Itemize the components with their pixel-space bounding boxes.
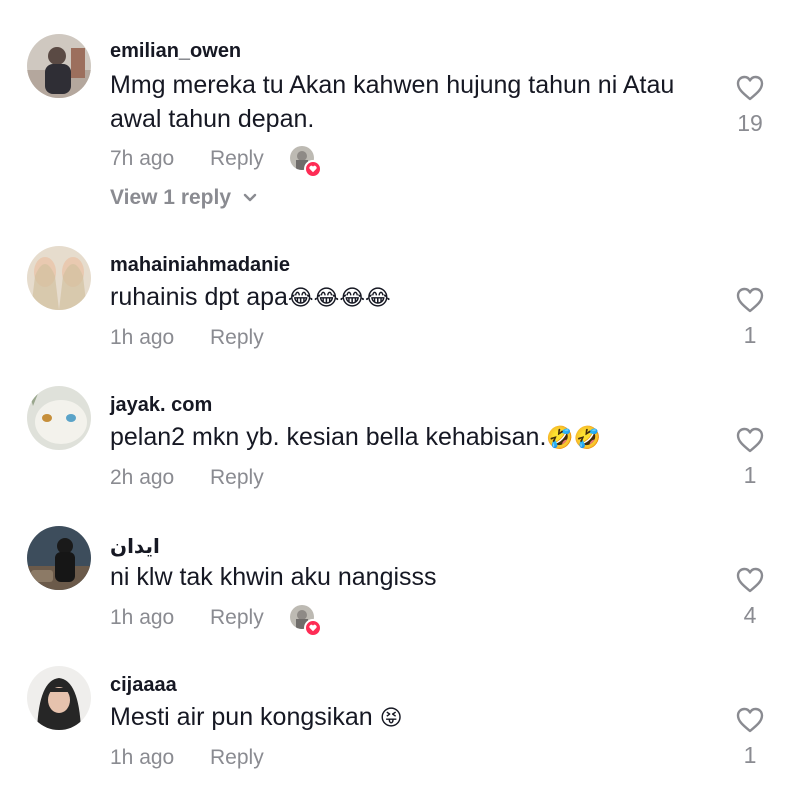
comment-text: ni klw tak khwin aku nangisss (110, 563, 437, 591)
emoji: 😂😂😂😂 (287, 286, 391, 311)
creator-liked-indicator (289, 146, 322, 178)
comment-text: ruhainis dpt apa😂😂😂😂 (110, 280, 720, 316)
comment-username[interactable]: jayak. com (110, 394, 212, 417)
heart-badge-icon (303, 619, 322, 637)
heart-outline-icon (736, 75, 764, 101)
like-button[interactable]: 4 (728, 566, 772, 629)
avatar[interactable] (27, 386, 91, 450)
heart-outline-icon (736, 427, 764, 453)
emoji: 🤣🤣 (546, 426, 602, 451)
comment-username[interactable]: emilian_owen (110, 40, 241, 63)
comment-timestamp: 1h ago (110, 746, 175, 769)
comment-text-body: pelan2 mkn yb. kesian bella kehabisan. (110, 423, 547, 451)
comment-username[interactable]: cijaaaa (110, 674, 177, 697)
reply-button[interactable]: Reply (210, 746, 264, 770)
emoji: 😝 (379, 706, 403, 731)
like-button[interactable]: 1 (728, 286, 772, 349)
comment-item: jayak. com pelan2 mkn yb. kesian bella k… (0, 370, 800, 510)
comment-meta: 1h ago Reply (110, 743, 290, 773)
comment-timestamp: 7h ago (110, 147, 175, 170)
avatar[interactable] (27, 246, 91, 310)
heart-badge-icon (303, 160, 322, 178)
comment-item: ايدان ni klw tak khwin aku nangisss 1h a… (0, 510, 800, 650)
comment-text: Mmg mereka tu Akan kahwen hujung tahun n… (110, 71, 675, 133)
comment-timestamp: 2h ago (110, 466, 175, 489)
comment-text: pelan2 mkn yb. kesian bella kehabisan.🤣🤣 (110, 420, 720, 456)
comment-item: mahainiahmadanie ruhainis dpt apa😂😂😂😂 1h… (0, 230, 800, 370)
like-count: 1 (743, 322, 757, 348)
like-count: 1 (743, 462, 757, 488)
like-count: 4 (743, 602, 757, 628)
comment-item: cijaaaa Mesti air pun kongsikan 😝 1h ago… (0, 650, 800, 800)
avatar[interactable] (27, 34, 91, 98)
reply-button[interactable]: Reply (210, 326, 264, 350)
view-replies-button[interactable]: View 1 reply (110, 186, 257, 210)
comment-item: emilian_owen Mmg mereka tu Akan kahwen h… (0, 0, 800, 230)
comment-meta: 1h ago Reply (110, 603, 322, 637)
comment-timestamp: 1h ago (110, 326, 175, 349)
comment-username[interactable]: mahainiahmadanie (110, 254, 290, 277)
like-button[interactable]: 19 (728, 74, 772, 137)
avatar[interactable] (27, 526, 91, 590)
comment-meta: 7h ago Reply (110, 144, 322, 178)
comment-meta: 2h ago Reply (110, 463, 290, 493)
like-count: 19 (737, 110, 763, 136)
comment-timestamp: 1h ago (110, 606, 175, 629)
comment-username[interactable]: ايدان (110, 534, 160, 559)
heart-outline-icon (736, 707, 764, 733)
like-count: 1 (743, 742, 757, 768)
comment-text-body: Mesti air pun kongsikan (110, 703, 373, 731)
comment-text: Mesti air pun kongsikan 😝 (110, 700, 720, 736)
avatar[interactable] (27, 666, 91, 730)
heart-outline-icon (736, 567, 764, 593)
comment-text-body: ruhainis dpt apa (110, 283, 288, 311)
reply-button[interactable]: Reply (210, 466, 264, 490)
creator-liked-indicator (289, 605, 322, 637)
reply-button[interactable]: Reply (210, 147, 264, 171)
like-button[interactable]: 1 (728, 706, 772, 769)
heart-outline-icon (736, 287, 764, 313)
view-replies-label: View 1 reply (110, 186, 232, 209)
reply-button[interactable]: Reply (210, 606, 264, 630)
like-button[interactable]: 1 (728, 426, 772, 489)
chevron-down-icon (243, 193, 257, 202)
comment-meta: 1h ago Reply (110, 323, 290, 353)
